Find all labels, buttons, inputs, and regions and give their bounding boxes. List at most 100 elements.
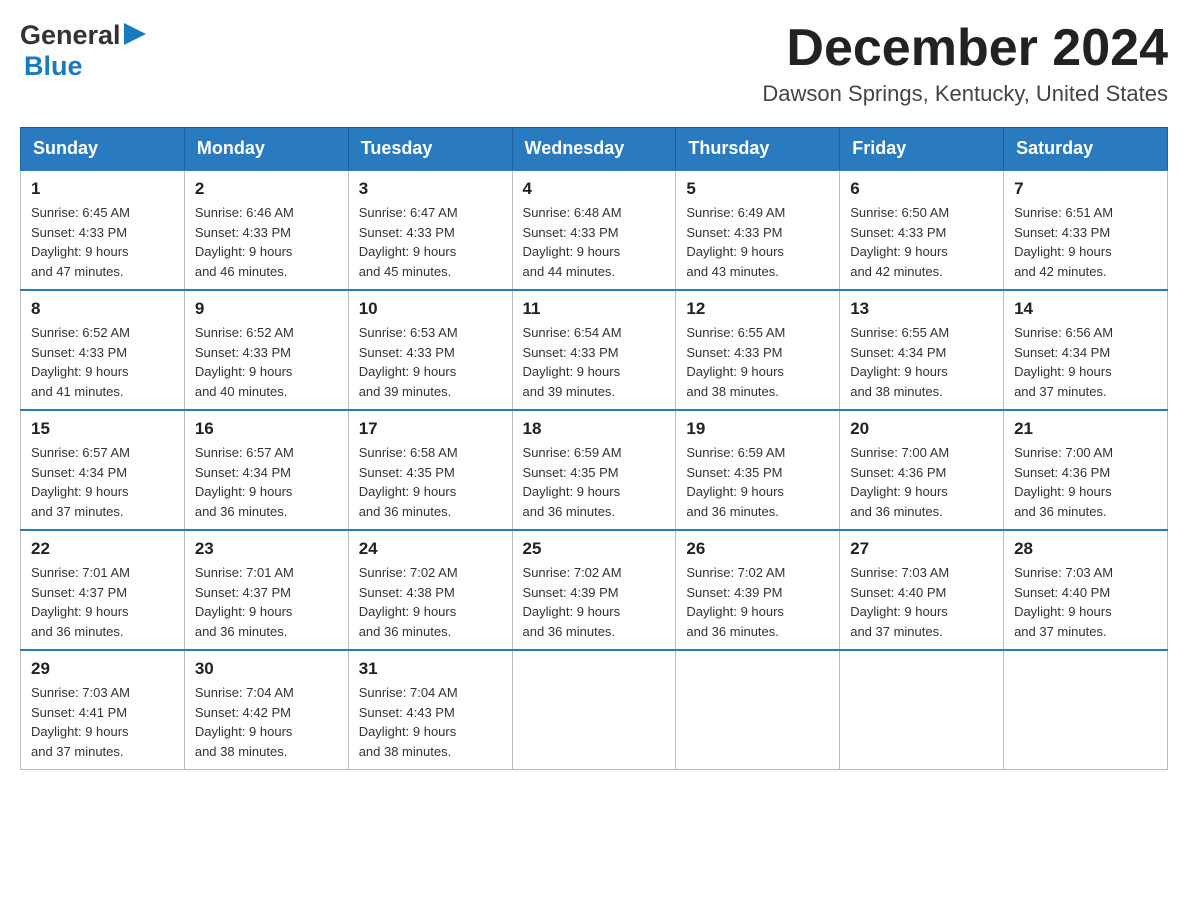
day-info: Sunrise: 7:02 AM Sunset: 4:39 PM Dayligh… bbox=[523, 563, 666, 641]
day-info: Sunrise: 6:49 AM Sunset: 4:33 PM Dayligh… bbox=[686, 203, 829, 281]
day-cell: 3 Sunrise: 6:47 AM Sunset: 4:33 PM Dayli… bbox=[348, 170, 512, 290]
day-cell: 4 Sunrise: 6:48 AM Sunset: 4:33 PM Dayli… bbox=[512, 170, 676, 290]
day-cell: 22 Sunrise: 7:01 AM Sunset: 4:37 PM Dayl… bbox=[21, 530, 185, 650]
day-info: Sunrise: 6:52 AM Sunset: 4:33 PM Dayligh… bbox=[195, 323, 338, 401]
day-number: 22 bbox=[31, 539, 174, 559]
day-cell: 25 Sunrise: 7:02 AM Sunset: 4:39 PM Dayl… bbox=[512, 530, 676, 650]
day-cell bbox=[512, 650, 676, 770]
day-number: 24 bbox=[359, 539, 502, 559]
day-info: Sunrise: 7:02 AM Sunset: 4:39 PM Dayligh… bbox=[686, 563, 829, 641]
day-cell: 13 Sunrise: 6:55 AM Sunset: 4:34 PM Dayl… bbox=[840, 290, 1004, 410]
day-number: 16 bbox=[195, 419, 338, 439]
day-number: 27 bbox=[850, 539, 993, 559]
col-header-monday: Monday bbox=[184, 128, 348, 171]
col-header-tuesday: Tuesday bbox=[348, 128, 512, 171]
day-info: Sunrise: 6:53 AM Sunset: 4:33 PM Dayligh… bbox=[359, 323, 502, 401]
day-cell: 14 Sunrise: 6:56 AM Sunset: 4:34 PM Dayl… bbox=[1004, 290, 1168, 410]
day-number: 19 bbox=[686, 419, 829, 439]
day-cell: 17 Sunrise: 6:58 AM Sunset: 4:35 PM Dayl… bbox=[348, 410, 512, 530]
col-header-wednesday: Wednesday bbox=[512, 128, 676, 171]
day-cell: 6 Sunrise: 6:50 AM Sunset: 4:33 PM Dayli… bbox=[840, 170, 1004, 290]
day-cell: 21 Sunrise: 7:00 AM Sunset: 4:36 PM Dayl… bbox=[1004, 410, 1168, 530]
day-number: 14 bbox=[1014, 299, 1157, 319]
day-cell: 26 Sunrise: 7:02 AM Sunset: 4:39 PM Dayl… bbox=[676, 530, 840, 650]
week-row-2: 8 Sunrise: 6:52 AM Sunset: 4:33 PM Dayli… bbox=[21, 290, 1168, 410]
day-info: Sunrise: 7:04 AM Sunset: 4:43 PM Dayligh… bbox=[359, 683, 502, 761]
day-info: Sunrise: 7:04 AM Sunset: 4:42 PM Dayligh… bbox=[195, 683, 338, 761]
day-number: 10 bbox=[359, 299, 502, 319]
day-cell: 12 Sunrise: 6:55 AM Sunset: 4:33 PM Dayl… bbox=[676, 290, 840, 410]
day-number: 25 bbox=[523, 539, 666, 559]
week-row-4: 22 Sunrise: 7:01 AM Sunset: 4:37 PM Dayl… bbox=[21, 530, 1168, 650]
day-info: Sunrise: 6:55 AM Sunset: 4:33 PM Dayligh… bbox=[686, 323, 829, 401]
col-header-saturday: Saturday bbox=[1004, 128, 1168, 171]
day-number: 5 bbox=[686, 179, 829, 199]
month-title: December 2024 bbox=[762, 20, 1168, 77]
day-number: 7 bbox=[1014, 179, 1157, 199]
day-cell: 8 Sunrise: 6:52 AM Sunset: 4:33 PM Dayli… bbox=[21, 290, 185, 410]
day-number: 13 bbox=[850, 299, 993, 319]
day-info: Sunrise: 6:45 AM Sunset: 4:33 PM Dayligh… bbox=[31, 203, 174, 281]
day-number: 9 bbox=[195, 299, 338, 319]
calendar-header-row: SundayMondayTuesdayWednesdayThursdayFrid… bbox=[21, 128, 1168, 171]
day-cell: 28 Sunrise: 7:03 AM Sunset: 4:40 PM Dayl… bbox=[1004, 530, 1168, 650]
title-section: December 2024 Dawson Springs, Kentucky, … bbox=[762, 20, 1168, 107]
day-info: Sunrise: 6:47 AM Sunset: 4:33 PM Dayligh… bbox=[359, 203, 502, 281]
col-header-friday: Friday bbox=[840, 128, 1004, 171]
day-cell: 24 Sunrise: 7:02 AM Sunset: 4:38 PM Dayl… bbox=[348, 530, 512, 650]
day-number: 12 bbox=[686, 299, 829, 319]
week-row-3: 15 Sunrise: 6:57 AM Sunset: 4:34 PM Dayl… bbox=[21, 410, 1168, 530]
location-title: Dawson Springs, Kentucky, United States bbox=[762, 81, 1168, 107]
day-cell: 23 Sunrise: 7:01 AM Sunset: 4:37 PM Dayl… bbox=[184, 530, 348, 650]
day-number: 30 bbox=[195, 659, 338, 679]
day-info: Sunrise: 6:59 AM Sunset: 4:35 PM Dayligh… bbox=[686, 443, 829, 521]
day-number: 15 bbox=[31, 419, 174, 439]
day-number: 4 bbox=[523, 179, 666, 199]
day-number: 28 bbox=[1014, 539, 1157, 559]
day-number: 2 bbox=[195, 179, 338, 199]
day-info: Sunrise: 7:00 AM Sunset: 4:36 PM Dayligh… bbox=[1014, 443, 1157, 521]
day-number: 18 bbox=[523, 419, 666, 439]
day-cell bbox=[676, 650, 840, 770]
day-number: 26 bbox=[686, 539, 829, 559]
day-cell: 2 Sunrise: 6:46 AM Sunset: 4:33 PM Dayli… bbox=[184, 170, 348, 290]
day-info: Sunrise: 6:51 AM Sunset: 4:33 PM Dayligh… bbox=[1014, 203, 1157, 281]
logo-triangle-icon bbox=[124, 23, 146, 45]
day-cell: 20 Sunrise: 7:00 AM Sunset: 4:36 PM Dayl… bbox=[840, 410, 1004, 530]
day-number: 1 bbox=[31, 179, 174, 199]
day-info: Sunrise: 6:56 AM Sunset: 4:34 PM Dayligh… bbox=[1014, 323, 1157, 401]
day-number: 23 bbox=[195, 539, 338, 559]
day-number: 3 bbox=[359, 179, 502, 199]
day-info: Sunrise: 6:58 AM Sunset: 4:35 PM Dayligh… bbox=[359, 443, 502, 521]
day-info: Sunrise: 6:57 AM Sunset: 4:34 PM Dayligh… bbox=[195, 443, 338, 521]
day-number: 6 bbox=[850, 179, 993, 199]
col-header-thursday: Thursday bbox=[676, 128, 840, 171]
day-info: Sunrise: 7:03 AM Sunset: 4:41 PM Dayligh… bbox=[31, 683, 174, 761]
day-number: 17 bbox=[359, 419, 502, 439]
day-info: Sunrise: 6:54 AM Sunset: 4:33 PM Dayligh… bbox=[523, 323, 666, 401]
day-info: Sunrise: 6:50 AM Sunset: 4:33 PM Dayligh… bbox=[850, 203, 993, 281]
day-cell: 27 Sunrise: 7:03 AM Sunset: 4:40 PM Dayl… bbox=[840, 530, 1004, 650]
day-cell: 19 Sunrise: 6:59 AM Sunset: 4:35 PM Dayl… bbox=[676, 410, 840, 530]
day-number: 29 bbox=[31, 659, 174, 679]
day-cell: 29 Sunrise: 7:03 AM Sunset: 4:41 PM Dayl… bbox=[21, 650, 185, 770]
day-info: Sunrise: 6:52 AM Sunset: 4:33 PM Dayligh… bbox=[31, 323, 174, 401]
day-info: Sunrise: 7:02 AM Sunset: 4:38 PM Dayligh… bbox=[359, 563, 502, 641]
week-row-5: 29 Sunrise: 7:03 AM Sunset: 4:41 PM Dayl… bbox=[21, 650, 1168, 770]
logo-blue-text: Blue bbox=[24, 51, 83, 82]
day-number: 21 bbox=[1014, 419, 1157, 439]
day-cell: 10 Sunrise: 6:53 AM Sunset: 4:33 PM Dayl… bbox=[348, 290, 512, 410]
day-cell: 18 Sunrise: 6:59 AM Sunset: 4:35 PM Dayl… bbox=[512, 410, 676, 530]
day-cell: 1 Sunrise: 6:45 AM Sunset: 4:33 PM Dayli… bbox=[21, 170, 185, 290]
day-info: Sunrise: 7:03 AM Sunset: 4:40 PM Dayligh… bbox=[850, 563, 993, 641]
day-cell: 11 Sunrise: 6:54 AM Sunset: 4:33 PM Dayl… bbox=[512, 290, 676, 410]
day-cell bbox=[1004, 650, 1168, 770]
day-info: Sunrise: 7:03 AM Sunset: 4:40 PM Dayligh… bbox=[1014, 563, 1157, 641]
day-cell: 16 Sunrise: 6:57 AM Sunset: 4:34 PM Dayl… bbox=[184, 410, 348, 530]
day-number: 20 bbox=[850, 419, 993, 439]
day-cell: 7 Sunrise: 6:51 AM Sunset: 4:33 PM Dayli… bbox=[1004, 170, 1168, 290]
col-header-sunday: Sunday bbox=[21, 128, 185, 171]
day-cell: 9 Sunrise: 6:52 AM Sunset: 4:33 PM Dayli… bbox=[184, 290, 348, 410]
logo: General Blue bbox=[20, 20, 146, 82]
day-cell bbox=[840, 650, 1004, 770]
